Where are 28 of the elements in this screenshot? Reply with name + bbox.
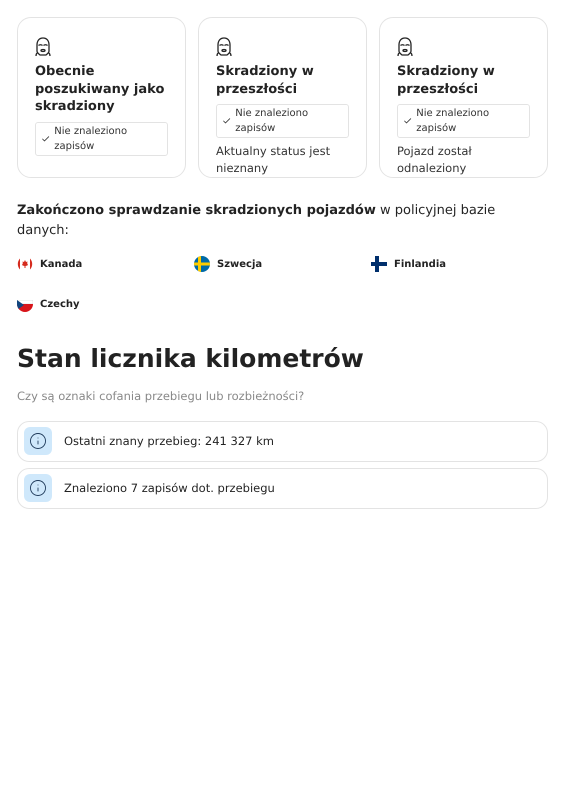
card-title: Obecnie poszukiwany jako skradziony: [35, 63, 166, 116]
check-icon: [222, 116, 232, 126]
balaclava-icon: [397, 37, 413, 57]
country-name: Finlandia: [394, 258, 446, 272]
info-text: Ostatni znany przebieg: 241 327 km: [64, 432, 274, 450]
badge-text: Nie znaleziono zapisów: [416, 107, 490, 136]
badge-text: Nie znaleziono zapisów: [235, 107, 310, 136]
check-icon: [403, 116, 412, 126]
check-icon: [41, 134, 50, 144]
sweden-flag-icon: [194, 256, 210, 272]
card-note: Pojazd został odnaleziony: [397, 143, 473, 177]
country-name: Czechy: [40, 298, 80, 312]
card-title: Skradziony w przeszłości: [397, 63, 496, 98]
section-subtitle: Czy są oznaki cofania przebiegu lub rozbieżności?: [17, 388, 306, 404]
country-name: Kanada: [40, 258, 82, 272]
section-title: Stan licznika kilometrów: [17, 343, 365, 375]
badge-text: Nie znaleziono zapisów: [54, 124, 128, 154]
info-icon: [29, 432, 47, 450]
canada-flag-icon: [17, 256, 33, 272]
card-title: Skradziony w przeszłości: [216, 63, 315, 98]
balaclava-icon: [35, 37, 51, 57]
country-name: Szwecja: [217, 258, 262, 272]
info-icon: [29, 479, 47, 498]
card-note: Aktualny status jest nieznany: [216, 143, 332, 177]
check-summary: Zakończono sprawdzanie skradzionych pojazdów w policyjnej bazie danych:: [17, 202, 496, 240]
info-text: Znaleziono 7 zapisów dot. przebiegu: [64, 480, 275, 497]
balaclava-icon: [216, 37, 232, 57]
finland-flag-icon: [371, 256, 387, 272]
